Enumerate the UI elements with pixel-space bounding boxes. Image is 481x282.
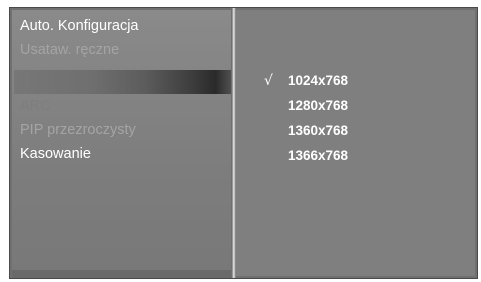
resolution-option[interactable]: 1360x768: [288, 122, 348, 140]
menu-selection-highlight[interactable]: [14, 70, 233, 94]
resolution-option[interactable]: 1366x768: [288, 147, 348, 165]
menu-item-arc[interactable]: ARC: [20, 97, 51, 115]
check-icon: √: [264, 73, 273, 89]
menu-item-auto-config[interactable]: Auto. Konfiguracja: [20, 17, 139, 35]
menu-item-reset[interactable]: Kasowanie: [20, 145, 91, 163]
settings-menu: Auto. Konfiguracja Usataw. ręczne ARC PI…: [9, 7, 478, 279]
resolution-option[interactable]: 1280x768: [288, 97, 348, 115]
resolution-option[interactable]: 1024x768: [288, 72, 348, 90]
menu-item-pip-transparent[interactable]: PIP przezroczysty: [20, 121, 136, 139]
menu-bottom-shade: [12, 270, 231, 278]
menu-item-manual-settings[interactable]: Usataw. ręczne: [20, 41, 119, 59]
resolution-options-panel: √ 1024x768 1280x768 1360x768 1366x768: [236, 10, 475, 276]
menu-list-panel: Auto. Konfiguracja Usataw. ręczne ARC PI…: [12, 10, 233, 278]
tv-osd-screen: Auto. Konfiguracja Usataw. ręczne ARC PI…: [0, 0, 481, 282]
